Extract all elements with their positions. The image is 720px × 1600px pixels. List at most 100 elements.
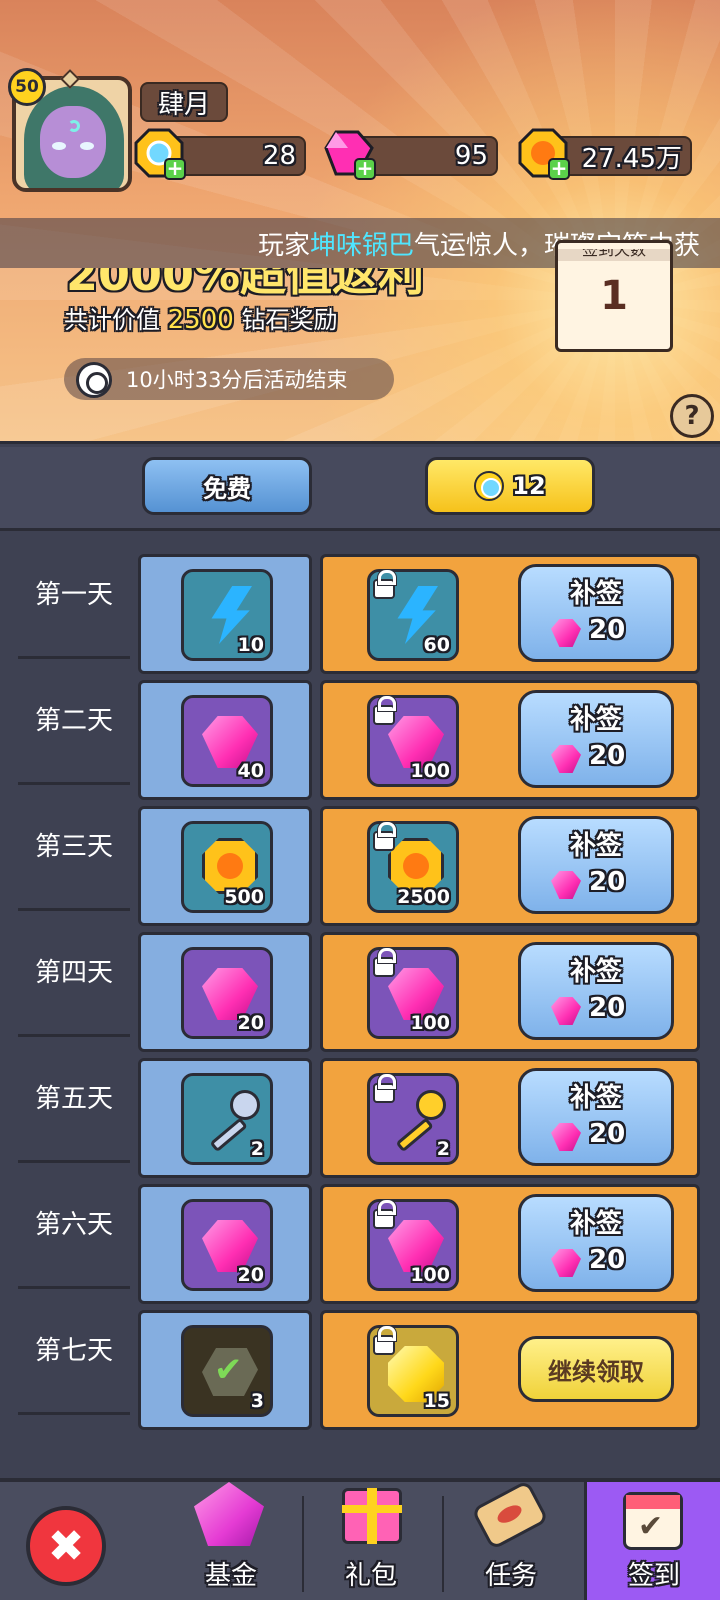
event-countdown: 10小时33分后活动结束 [64,358,394,400]
day-label: 第一天 [34,580,113,610]
promo-total-value: 2500 [167,305,234,335]
pink-gem-icon [551,1123,581,1151]
free-reward-item[interactable]: 2 [181,1073,273,1165]
player-name: 肆月 [140,82,228,122]
nav-fund[interactable]: 基金 [164,1482,298,1600]
nav-signin[interactable]: 签到 [584,1482,720,1600]
makeup-signin-button[interactable]: 补签 20 [518,942,674,1040]
makeup-label: 补签 [569,705,622,735]
paid-track-cost: 12 [512,472,546,500]
nav-fund-label: 基金 [204,1561,257,1591]
reward-track-header: 免费 12 [0,447,720,531]
clock-icon [76,362,112,398]
gift-box-icon [342,1488,402,1544]
item-quantity: 100 [410,1012,450,1034]
day-label: 第三天 [34,832,113,862]
free-reward-item[interactable]: 20 [181,947,273,1039]
item-quantity: 60 [423,634,450,656]
lock-icon [373,1326,396,1355]
lock-icon [373,822,396,851]
free-reward-item[interactable]: 10 [181,569,273,661]
add-blue-diamond-button[interactable]: + [164,158,186,180]
close-button[interactable]: ✖ [26,1506,106,1586]
blue-diamond-icon [474,471,505,501]
nav-task[interactable]: 任务 [444,1479,578,1600]
free-reward-cell: 3 [138,1310,312,1430]
makeup-signin-button[interactable]: 补签 20 [518,1194,674,1292]
add-gold-button[interactable]: + [548,158,570,180]
lock-icon [373,1074,396,1103]
lock-icon [373,570,396,599]
item-quantity: 2500 [397,886,450,908]
reward-row: 第七天 3 15 继续领取 [0,1290,720,1430]
nav-task-label: 任务 [484,1561,537,1591]
item-quantity: 20 [237,1264,264,1286]
fund-gem-icon [194,1482,264,1546]
promo-total-prefix: 共计价值 [64,306,160,334]
help-button[interactable]: ? [670,394,714,438]
free-reward-item[interactable]: 500 [181,821,273,913]
makeup-label: 补签 [569,957,622,987]
makeup-label: 补签 [569,1209,622,1239]
free-reward-item[interactable]: 20 [181,1199,273,1291]
makeup-label: 补签 [569,831,622,861]
makeup-cost: 20 [589,867,626,897]
makeup-label: 补签 [569,579,622,609]
pink-gem-icon [551,619,581,647]
paid-track-tab[interactable]: 12 [425,457,595,515]
promo-total-suffix: 钻石奖励 [241,306,338,334]
makeup-signin-button[interactable]: 补签 20 [518,564,674,662]
reward-row: 第四天 20 100 补签 20 [0,912,720,1052]
item-quantity: 2 [250,1138,264,1160]
pink-gem-icon [551,1249,581,1277]
calendar-check-icon [623,1492,683,1550]
free-reward-cell: 500 [138,806,312,926]
item-quantity: 500 [224,886,264,908]
event-banner: 50 肆月 28 + 95 + 27.45万 + 2000%超值返利 玩家 坤味锅… [0,0,720,444]
item-quantity: 100 [410,760,450,782]
reward-row: 第二天 40 100 补签 20 [0,660,720,800]
task-scroll-icon [470,1479,550,1551]
day-label: 第二天 [34,706,113,736]
blue-diamond-count: 28 [170,136,306,176]
reward-row: 第五天 2 2 补签 20 [0,1038,720,1178]
day-label: 第四天 [34,958,113,988]
item-quantity: 3 [250,1390,264,1412]
level-badge: 50 [8,68,46,106]
free-reward-cell: 10 [138,554,312,674]
item-quantity: 2 [436,1138,450,1160]
makeup-signin-button[interactable]: 补签 20 [518,690,674,788]
makeup-cost: 20 [589,615,626,645]
pink-gem-icon [551,871,581,899]
reward-row: 第三天 500 2500 补签 20 [0,786,720,926]
signin-days-card: 签到天数 1 [555,240,673,352]
marquee-prefix: 玩家 [257,230,310,261]
continue-claim-button[interactable]: 继续领取 [518,1336,674,1402]
free-reward-cell: 40 [138,680,312,800]
reward-row: 第一天 10 60 补签 20 [0,534,720,674]
signin-days-count: 1 [600,273,628,319]
free-reward-item[interactable]: 3 [181,1325,273,1417]
makeup-cost: 20 [589,993,626,1023]
bottom-nav: ✖ 基金 礼包 任务 签到 [0,1478,720,1600]
pink-gem-count: 95 [356,136,498,176]
pink-gem-icon [551,997,581,1025]
free-reward-cell: 2 [138,1058,312,1178]
add-pink-gem-button[interactable]: + [354,158,376,180]
reward-row: 第六天 20 100 补签 20 [0,1164,720,1304]
lock-icon [373,696,396,725]
makeup-signin-button[interactable]: 补签 20 [518,1068,674,1166]
makeup-cost: 20 [589,1119,626,1149]
item-quantity: 10 [237,634,264,656]
item-quantity: 100 [410,1264,450,1286]
nav-gift[interactable]: 礼包 [304,1482,438,1600]
free-track-tab[interactable]: 免费 [142,457,312,515]
makeup-signin-button[interactable]: 补签 20 [518,816,674,914]
day-label: 第六天 [34,1210,113,1240]
nav-gift-label: 礼包 [344,1561,397,1591]
item-quantity: 20 [237,1012,264,1034]
signin-reward-list: 第一天 10 60 补签 20 第二天 40 100 补签 20 第三天 500… [0,534,720,1482]
free-reward-item[interactable]: 40 [181,695,273,787]
free-reward-cell: 20 [138,1184,312,1304]
makeup-cost: 20 [589,741,626,771]
